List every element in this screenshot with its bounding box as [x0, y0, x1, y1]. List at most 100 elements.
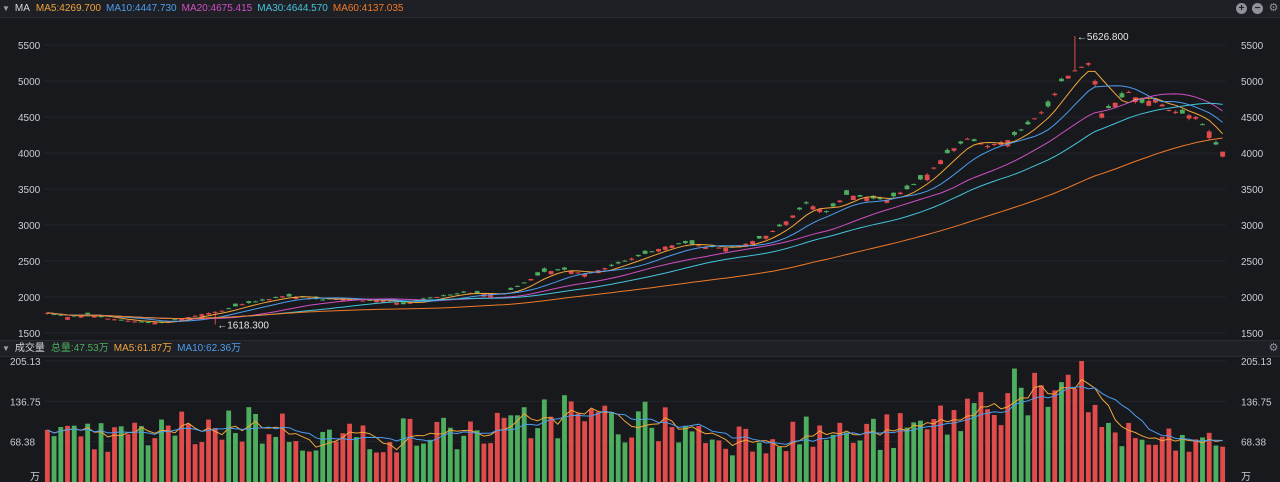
candle-body — [1106, 106, 1111, 109]
candle-body — [172, 319, 178, 321]
volume-bar — [965, 398, 970, 482]
candle-body — [219, 310, 225, 312]
price-legend: ▼ MA MA5:4269.700 MA10:4447.730 MA20:4675.41… — [2, 0, 408, 17]
volume-bar — [817, 425, 823, 482]
candle-body — [911, 184, 917, 186]
volume-bar — [991, 414, 997, 482]
price-axis-right-tick: 5500 — [1241, 41, 1264, 52]
volume-bar — [105, 451, 111, 482]
volume-bar — [387, 442, 393, 482]
volume-bar — [978, 392, 984, 482]
volume-bar — [421, 443, 426, 482]
candle-body — [441, 295, 447, 297]
price-chart[interactable]: 5500 5000 4500 4000 3500 3000 2500 2000 1500 550… — [0, 18, 1280, 340]
volume-bar — [1153, 444, 1158, 482]
volume-bar — [1112, 432, 1118, 482]
legend-ma60: MA60:4137.035 — [332, 3, 404, 14]
volume-bar — [145, 445, 151, 482]
candle-body — [1146, 100, 1152, 106]
volume-axis-left-tick: 万 — [30, 472, 40, 482]
volume-bar — [588, 409, 594, 482]
volume-bar — [44, 429, 50, 482]
candle-body — [823, 211, 829, 213]
volume-chart[interactable]: 205.13 136.75 68.38 万 205.13 136.75 68.38 万 — [0, 356, 1280, 482]
candle-body — [246, 301, 252, 303]
candle-body — [407, 302, 413, 304]
volume-bar — [138, 426, 144, 482]
zoom-in-icon[interactable]: + — [1236, 3, 1247, 14]
candle-body — [1179, 109, 1185, 114]
price-axis-left-tick: 1500 — [18, 329, 41, 340]
candle-body — [1213, 142, 1219, 145]
gear-icon[interactable]: ⚙ — [1268, 343, 1279, 354]
ma20-line — [47, 93, 1223, 320]
candle-body — [239, 304, 245, 306]
price-axis-right-tick: 3500 — [1241, 185, 1264, 196]
volume-bar — [1213, 445, 1219, 482]
candle-body — [696, 245, 702, 247]
legend-volume-ma10: MA10:62.36万 — [177, 343, 242, 354]
volume-bar — [172, 435, 178, 482]
collapse-triangle-icon[interactable]: ▼ — [2, 0, 10, 17]
volume-bar — [750, 451, 755, 482]
candle-body — [427, 297, 433, 299]
volume-bar — [736, 426, 742, 482]
volume-bar — [78, 436, 84, 482]
candle-body — [65, 317, 70, 320]
volume-bar — [776, 446, 782, 482]
volume-bar — [528, 438, 534, 482]
candle-body — [259, 299, 265, 301]
volume-bar — [642, 401, 648, 482]
volume-bar — [340, 433, 346, 482]
volume-bar — [226, 410, 232, 482]
volume-bar — [729, 455, 735, 482]
candle-body — [85, 312, 91, 315]
volume-bar — [239, 441, 245, 482]
candle-body — [521, 282, 527, 284]
candle-body — [125, 320, 131, 322]
candle-body — [790, 215, 796, 218]
volume-bar — [521, 407, 527, 482]
collapse-triangle-icon[interactable]: ▼ — [2, 341, 10, 356]
volume-bar — [454, 449, 460, 482]
price-axis-left-tick: 2000 — [18, 293, 41, 304]
zoom-out-icon[interactable]: − — [1252, 3, 1263, 14]
volume-bar — [763, 453, 769, 482]
candle-body — [904, 185, 910, 190]
price-axis-left-tick: 4500 — [18, 113, 41, 124]
candle-body — [1045, 101, 1051, 107]
candle-body — [454, 293, 460, 295]
volume-bar — [427, 439, 433, 482]
volume-bar — [313, 450, 319, 482]
volume-bar — [931, 419, 937, 482]
volume-bar — [810, 446, 816, 482]
volume-bar — [192, 444, 198, 482]
candle-body — [971, 139, 977, 142]
candle-body — [112, 319, 117, 321]
candle-body — [206, 313, 211, 315]
volume-bar — [515, 415, 520, 482]
price-axis-right-tick: 2000 — [1241, 293, 1264, 304]
volume-bar — [165, 425, 171, 482]
ma60-line — [47, 137, 1223, 319]
volume-bar — [1085, 412, 1091, 482]
candle-body — [105, 318, 111, 320]
legend-ma5: MA5:4269.700 — [35, 3, 101, 14]
volume-bar — [273, 436, 279, 482]
volume-bar — [434, 421, 440, 482]
volume-bar — [770, 439, 776, 482]
volume-bar — [998, 425, 1004, 482]
candle-body — [541, 268, 547, 272]
candle-body — [447, 294, 453, 296]
candle-body — [1173, 111, 1179, 113]
volume-bar — [944, 434, 950, 482]
volume-bar — [716, 440, 722, 482]
volume-bar — [501, 417, 507, 482]
candle-body — [434, 296, 440, 298]
candle-body — [662, 246, 668, 250]
gear-icon[interactable]: ⚙ — [1268, 3, 1279, 14]
volume-bar — [723, 448, 729, 482]
volume-bar — [1092, 404, 1098, 482]
volume-bar — [266, 434, 272, 482]
volume-bar — [212, 428, 218, 482]
